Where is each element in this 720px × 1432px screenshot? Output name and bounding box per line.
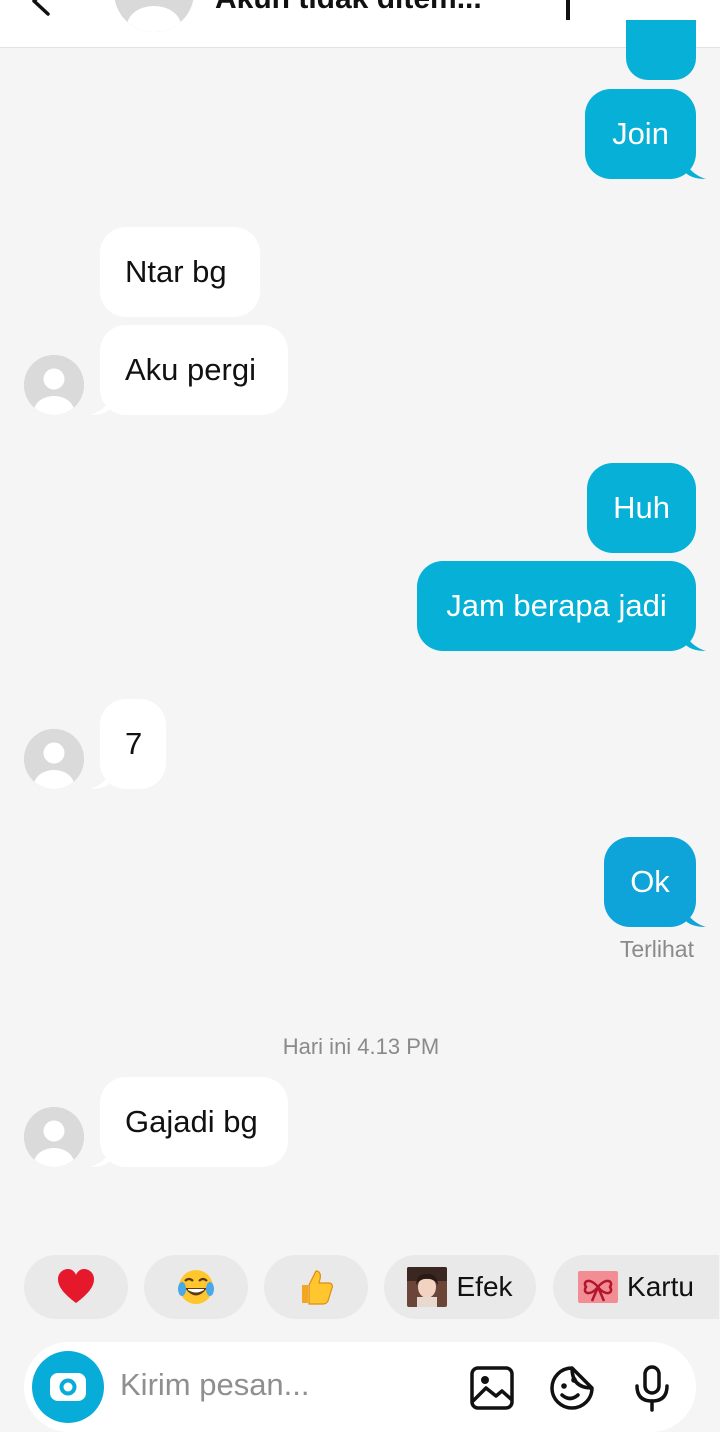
outgoing-message-bubble[interactable] — [626, 20, 696, 80]
bubble-tail — [684, 633, 706, 651]
quick-reactions-bar: Efek Kartu — [0, 1255, 720, 1319]
message-text: Ntar bg — [125, 254, 227, 289]
camera-icon — [50, 1373, 86, 1401]
message-text: Huh — [613, 490, 670, 525]
sender-avatar[interactable] — [24, 729, 84, 789]
thumbs-up-icon — [302, 1270, 333, 1305]
sender-avatar[interactable] — [24, 355, 84, 415]
outgoing-message-bubble[interactable]: Jam berapa jadi — [417, 561, 696, 651]
outgoing-message-bubble[interactable]: Ok — [604, 837, 696, 927]
chat-header: Akun tidak ditem... — [0, 0, 720, 48]
incoming-message-bubble[interactable]: Ntar bg — [100, 227, 260, 317]
heart-reaction-button[interactable] — [24, 1255, 128, 1319]
default-avatar-icon — [24, 1107, 84, 1167]
message-text: Aku pergi — [125, 352, 256, 387]
incoming-message-bubble[interactable]: Gajadi bg — [100, 1077, 288, 1167]
card-button[interactable]: Kartu — [553, 1255, 719, 1319]
bubble-tail — [684, 161, 706, 179]
sender-avatar[interactable] — [24, 1107, 84, 1167]
default-avatar-icon — [24, 729, 84, 789]
tears-of-joy-icon — [178, 1270, 214, 1304]
effect-thumbnail-icon — [407, 1267, 448, 1307]
report-flag-icon[interactable] — [562, 0, 608, 20]
camera-button[interactable] — [32, 1351, 104, 1423]
gift-ribbon-icon — [578, 1271, 619, 1303]
incoming-message-bubble[interactable]: Aku pergi — [100, 325, 288, 415]
contact-avatar[interactable] — [114, 0, 194, 32]
sticker-icon[interactable] — [548, 1364, 596, 1412]
message-composer: Kirim pesan... — [24, 1342, 696, 1432]
message-text: Ok — [630, 864, 670, 899]
bubble-tail — [90, 1149, 112, 1167]
seen-status: Terlihat — [619, 936, 694, 962]
message-text: 7 — [125, 726, 143, 761]
default-avatar-icon — [114, 0, 194, 32]
back-arrow-icon[interactable] — [26, 0, 56, 16]
message-text: Jam berapa jadi — [446, 588, 667, 623]
effects-label: Efek — [456, 1271, 513, 1302]
thumbs-up-reaction-button[interactable] — [264, 1255, 368, 1319]
gallery-image-icon[interactable] — [468, 1364, 516, 1412]
default-avatar-icon — [24, 355, 84, 415]
bubble-tail — [684, 909, 706, 927]
outgoing-message-bubble[interactable]: Join — [585, 89, 696, 179]
microphone-icon[interactable] — [628, 1364, 676, 1412]
contact-name[interactable]: Akun tidak ditem... — [215, 0, 482, 16]
card-label: Kartu — [627, 1271, 694, 1302]
heart-icon — [58, 1269, 94, 1303]
message-text: Join — [612, 116, 669, 151]
message-timestamp: Hari ini 4.13 PM — [282, 1034, 440, 1059]
outgoing-message-bubble[interactable]: Huh — [587, 463, 696, 553]
bubble-tail — [90, 771, 112, 789]
effects-button[interactable]: Efek — [384, 1255, 536, 1319]
message-input[interactable]: Kirim pesan... — [120, 1367, 310, 1403]
bubble-tail — [90, 397, 112, 415]
message-text: Gajadi bg — [125, 1104, 258, 1139]
laugh-reaction-button[interactable] — [144, 1255, 248, 1319]
